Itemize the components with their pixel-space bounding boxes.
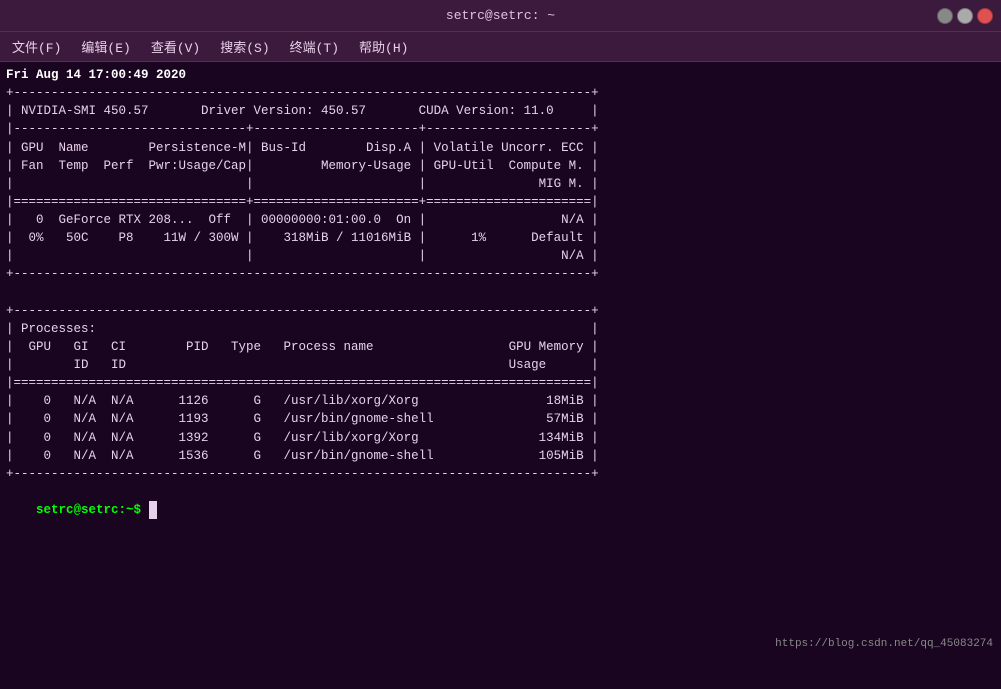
minimize-button[interactable]: [937, 8, 953, 24]
menubar: 文件(F) 编辑(E) 查看(V) 搜索(S) 终端(T) 帮助(H): [0, 32, 1001, 62]
smi-header-top: +---------------------------------------…: [6, 84, 995, 102]
smi-gpu-line3: | | | N/A |: [6, 247, 995, 265]
menu-help[interactable]: 帮助(H): [355, 35, 412, 58]
smi-divider1: |-------------------------------+-------…: [6, 120, 995, 138]
proc-row2: | 0 N/A N/A 1193 G /usr/bin/gnome-shell …: [6, 410, 995, 428]
smi-gpu-line1: | 0 GeForce RTX 208... Off | 00000000:01…: [6, 211, 995, 229]
proc-col1: | GPU GI CI PID Type Process name GPU Me…: [6, 338, 995, 356]
proc-header: +---------------------------------------…: [6, 302, 995, 320]
proc-col2: | ID ID Usage |: [6, 356, 995, 374]
proc-line1: | Processes: |: [6, 320, 995, 338]
datetime-line: Fri Aug 14 17:00:49 2020: [6, 66, 995, 84]
close-button[interactable]: [977, 8, 993, 24]
menu-terminal[interactable]: 终端(T): [286, 35, 343, 58]
titlebar: setrc@setrc: ~: [0, 0, 1001, 32]
smi-footer: +---------------------------------------…: [6, 265, 995, 283]
blank-line: [6, 284, 995, 302]
proc-footer: +---------------------------------------…: [6, 465, 995, 483]
prompt-text: setrc@setrc:~$: [36, 503, 149, 517]
window-title: setrc@setrc: ~: [446, 8, 555, 23]
window-controls[interactable]: [937, 8, 993, 24]
watermark: https://blog.csdn.net/qq_45083274: [775, 637, 993, 653]
proc-row3: | 0 N/A N/A 1392 G /usr/lib/xorg/Xorg 13…: [6, 429, 995, 447]
maximize-button[interactable]: [957, 8, 973, 24]
menu-file[interactable]: 文件(F): [8, 35, 65, 58]
smi-col-headers2: | Fan Temp Perf Pwr:Usage/Cap| Memory-Us…: [6, 157, 995, 175]
proc-divider: |=======================================…: [6, 374, 995, 392]
proc-row1: | 0 N/A N/A 1126 G /usr/lib/xorg/Xorg 18…: [6, 392, 995, 410]
smi-col-headers3: | | | MIG M. |: [6, 175, 995, 193]
smi-col-headers1: | GPU Name Persistence-M| Bus-Id Disp.A …: [6, 139, 995, 157]
terminal-area[interactable]: Fri Aug 14 17:00:49 2020 +--------------…: [0, 62, 1001, 689]
menu-edit[interactable]: 编辑(E): [77, 35, 134, 58]
prompt-line: setrc@setrc:~$: [6, 483, 995, 537]
menu-search[interactable]: 搜索(S): [216, 35, 273, 58]
menu-view[interactable]: 查看(V): [147, 35, 204, 58]
proc-row4: | 0 N/A N/A 1536 G /usr/bin/gnome-shell …: [6, 447, 995, 465]
smi-gpu-line2: | 0% 50C P8 11W / 300W | 318MiB / 11016M…: [6, 229, 995, 247]
smi-line1: | NVIDIA-SMI 450.57 Driver Version: 450.…: [6, 102, 995, 120]
smi-divider2: |===============================+=======…: [6, 193, 995, 211]
